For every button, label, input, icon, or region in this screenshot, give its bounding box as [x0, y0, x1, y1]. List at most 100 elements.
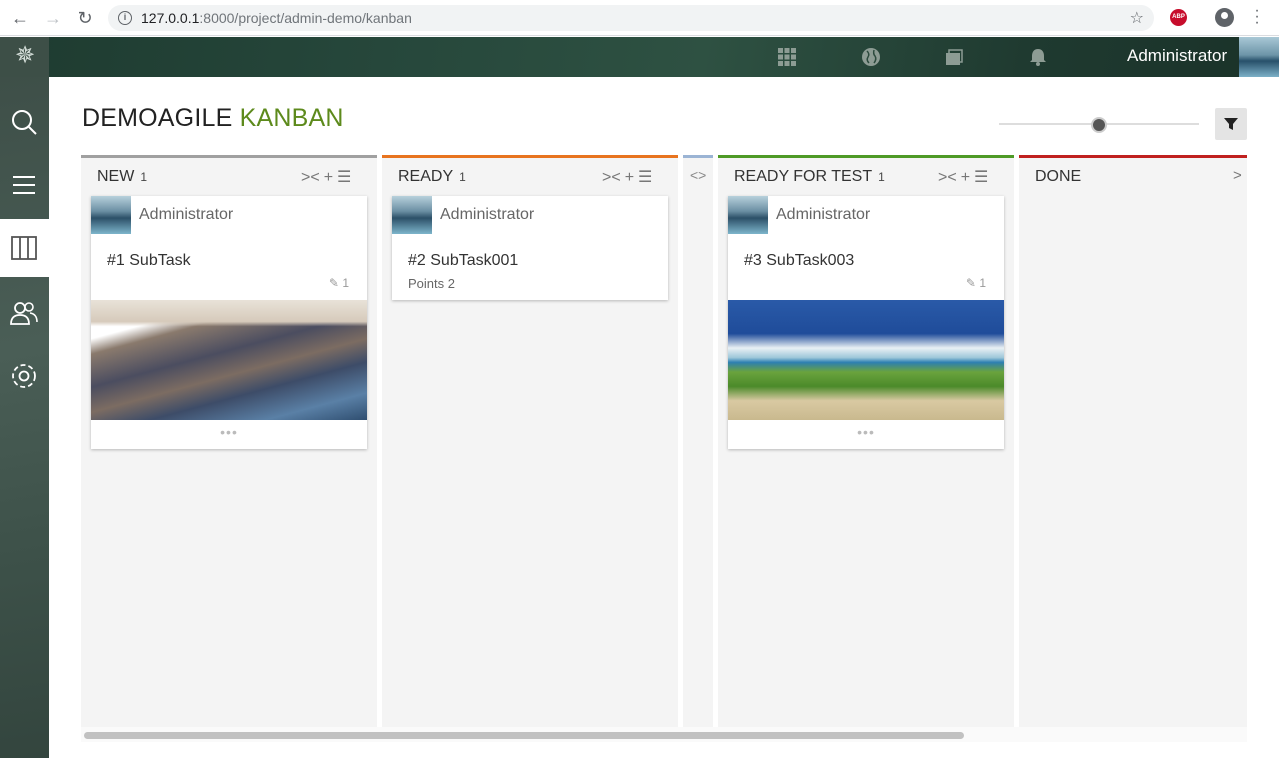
card-title[interactable]: #3 SubTask003 — [744, 252, 854, 270]
column-name: READY — [398, 168, 454, 185]
reload-icon[interactable]: ↻ — [75, 8, 95, 28]
add-card-icon[interactable]: + — [625, 169, 634, 187]
card-more-icon[interactable]: ••• — [728, 425, 1004, 439]
unfold-column-icon[interactable]: <> — [690, 167, 706, 183]
account-icon[interactable] — [1215, 8, 1234, 27]
card-avatar — [392, 196, 432, 234]
column-status-bar — [1019, 155, 1247, 158]
browser-toolbar: ← → ↻ i 127.0.0.1:8000/project/admin-dem… — [0, 0, 1279, 36]
card-attachments: ✎ 1 — [329, 276, 349, 290]
column-tools: >< + ☰ — [934, 167, 988, 187]
bookmark-star-icon[interactable]: ☆ — [1130, 8, 1144, 28]
address-bar[interactable]: i 127.0.0.1:8000/project/admin-demo/kanb… — [108, 5, 1154, 31]
card-avatar — [728, 196, 768, 234]
team-icon — [10, 302, 38, 325]
app-header: ✵ Administrator — [0, 37, 1279, 77]
card-avatar — [91, 196, 131, 234]
header-user-name[interactable]: Administrator — [1127, 46, 1227, 66]
column-folded: <> — [683, 155, 713, 727]
card[interactable]: Administrator #3 SubTask003 ✎ 1 ••• — [728, 196, 1004, 449]
card-points: Points 2 — [408, 276, 455, 291]
page-title-project: DEMOAGILE — [82, 104, 233, 132]
apps-grid-icon[interactable] — [775, 45, 799, 69]
card-more-icon[interactable]: ••• — [91, 425, 367, 439]
column-header: NEW 1 — [97, 168, 147, 186]
card[interactable]: Administrator #1 SubTask ✎ 1 ••• — [91, 196, 367, 449]
url-host: 127.0.0.1 — [141, 10, 200, 26]
card-attachments: ✎ 1 — [966, 276, 986, 290]
filter-icon — [1224, 118, 1238, 130]
column-status-bar — [382, 155, 678, 158]
back-icon[interactable]: ← — [10, 8, 30, 28]
bulk-add-icon[interactable]: ☰ — [638, 167, 652, 187]
add-card-icon[interactable]: + — [961, 169, 970, 187]
url-path: :8000/project/admin-demo/kanban — [199, 10, 412, 26]
projects-icon[interactable] — [942, 45, 966, 69]
paperclip-icon: ✎ — [965, 276, 976, 290]
fold-column-icon[interactable]: > — [1233, 167, 1242, 184]
adblock-icon[interactable]: ABP — [1170, 9, 1187, 26]
globe-icon[interactable] — [859, 45, 883, 69]
search-icon — [12, 110, 37, 135]
column-name: READY FOR TEST — [734, 168, 873, 185]
header-avatar[interactable] — [1239, 37, 1279, 77]
fold-column-icon[interactable]: >< — [602, 169, 621, 187]
column-status-bar — [81, 155, 377, 158]
column-header: READY 1 — [398, 168, 466, 186]
column-status-bar — [718, 155, 1014, 158]
list-icon — [13, 176, 35, 194]
sidebar-item-backlog[interactable] — [0, 156, 49, 214]
fold-column-icon[interactable]: >< — [301, 169, 320, 187]
card-attachment-count: 1 — [979, 276, 986, 290]
filter-button[interactable] — [1215, 108, 1247, 140]
sidebar-item-kanban[interactable] — [0, 219, 49, 277]
bulk-add-icon[interactable]: ☰ — [337, 167, 351, 187]
browser-menu-icon[interactable]: · · · — [1250, 3, 1264, 31]
column-new: NEW 1 >< + ☰ Administrator #1 SubTask ✎ 1 •… — [81, 155, 377, 727]
card[interactable]: Administrator #2 SubTask001 Points 2 — [392, 196, 668, 300]
bulk-add-icon[interactable]: ☰ — [974, 167, 988, 187]
card-attachment-count: 1 — [342, 276, 349, 290]
logo-icon: ✵ — [14, 42, 36, 69]
zoom-slider-handle[interactable] — [1091, 117, 1107, 133]
kanban-columns-icon — [11, 236, 37, 260]
page-title-section: KANBAN — [239, 104, 344, 132]
column-header: DONE — [1035, 168, 1081, 186]
card-cover-image — [91, 300, 367, 420]
sidebar-item-settings[interactable] — [0, 347, 49, 405]
card-cover-image — [728, 300, 1004, 420]
column-count: 1 — [459, 170, 466, 184]
url-text: 127.0.0.1:8000/project/admin-demo/kanban — [141, 10, 412, 26]
fold-column-icon[interactable]: >< — [938, 169, 957, 187]
sidebar — [0, 77, 49, 758]
column-done: DONE > — [1019, 155, 1247, 727]
card-assigned-user[interactable]: Administrator — [440, 206, 534, 224]
add-card-icon[interactable]: + — [324, 169, 333, 187]
column-tools: >< + ☰ — [598, 167, 652, 187]
paperclip-icon: ✎ — [328, 276, 339, 290]
column-status-bar — [683, 155, 713, 158]
gear-icon — [12, 364, 36, 388]
column-ready-for-test: READY FOR TEST 1 >< + ☰ Administrator #3 Su… — [718, 155, 1014, 727]
notifications-bell-icon[interactable] — [1026, 45, 1050, 69]
column-tools: >< + ☰ — [297, 167, 351, 187]
kanban-board: NEW 1 >< + ☰ Administrator #1 SubTask ✎ 1 •… — [81, 155, 1247, 727]
card-title[interactable]: #2 SubTask001 — [408, 252, 518, 270]
card-assigned-user[interactable]: Administrator — [776, 206, 870, 224]
page-title: DEMOAGILE KANBAN — [82, 104, 344, 133]
column-count: 1 — [140, 170, 148, 184]
logo[interactable]: ✵ — [0, 37, 49, 77]
card-title[interactable]: #1 SubTask — [107, 252, 191, 270]
sidebar-item-team[interactable] — [0, 284, 49, 342]
column-name: NEW — [97, 168, 135, 185]
column-ready: READY 1 >< + ☰ Administrator #2 SubTask001 … — [382, 155, 678, 727]
site-info-icon[interactable]: i — [118, 11, 132, 25]
column-name: DONE — [1035, 168, 1082, 185]
forward-icon[interactable]: → — [43, 8, 63, 28]
column-count: 1 — [878, 170, 885, 184]
board-horizontal-scrollbar[interactable] — [81, 727, 1247, 742]
sidebar-item-search[interactable] — [0, 93, 49, 151]
column-header: READY FOR TEST 1 — [734, 168, 885, 186]
card-assigned-user[interactable]: Administrator — [139, 206, 233, 224]
scrollbar-thumb[interactable] — [84, 732, 964, 739]
